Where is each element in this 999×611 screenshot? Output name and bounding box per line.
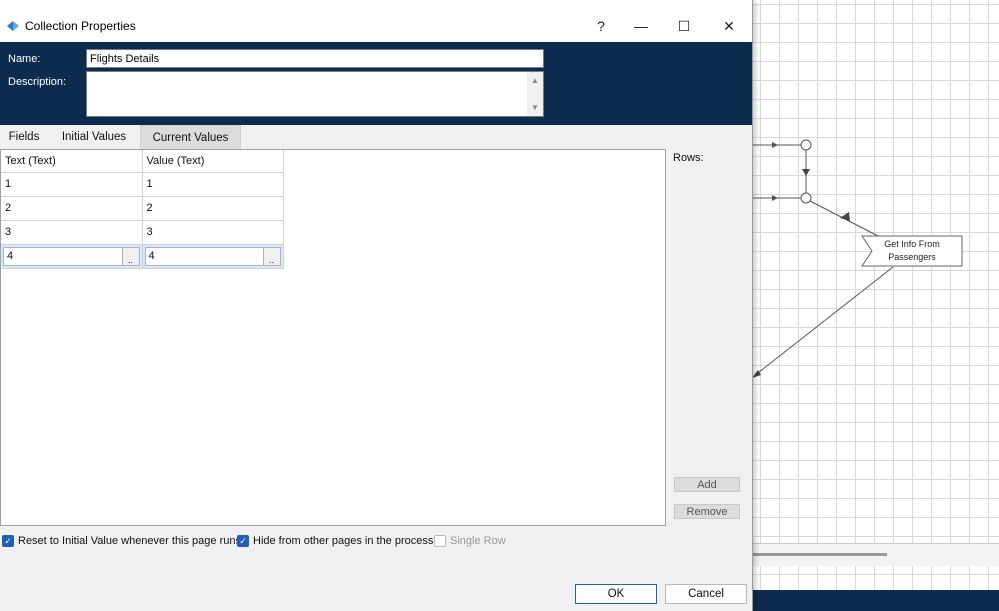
- ellipsis-button[interactable]: ..: [121, 247, 139, 265]
- header-row: Text (Text) Value (Text): [1, 150, 284, 173]
- scroll-up-icon[interactable]: ▲: [531, 76, 539, 85]
- collection-properties-dialog: Collection Properties ? — ☐ ✕ Name: Desc…: [0, 0, 753, 611]
- reset-option[interactable]: ✓ Reset to Initial Value whenever this p…: [2, 535, 241, 547]
- collection-app-icon: [7, 21, 19, 31]
- tab-initial-values[interactable]: Initial Values: [48, 125, 140, 149]
- remove-row-button[interactable]: Remove: [674, 504, 740, 519]
- cell-editor[interactable]: 4 ..: [144, 246, 281, 266]
- cell-text[interactable]: 3: [1, 220, 143, 245]
- canvas-horizontal-scrollbar[interactable]: [752, 543, 999, 566]
- reset-label[interactable]: Reset to Initial Value whenever this pag…: [18, 535, 241, 547]
- cell-value[interactable]: 3: [142, 220, 284, 245]
- table-row[interactable]: 3 3: [1, 220, 284, 245]
- description-input[interactable]: [86, 71, 544, 117]
- canvas-scroll-thumb[interactable]: [752, 553, 887, 556]
- add-row-button[interactable]: Add: [674, 477, 740, 492]
- values-table: Text (Text) Value (Text) 1 1 2 2 3 3 4 .…: [1, 150, 284, 269]
- single-row-option[interactable]: Single Row: [434, 535, 506, 547]
- name-input[interactable]: [86, 49, 544, 68]
- cell-editor[interactable]: 4 ..: [3, 246, 140, 266]
- values-grid: Text (Text) Value (Text) 1 1 2 2 3 3 4 .…: [0, 149, 666, 526]
- single-row-label[interactable]: Single Row: [450, 535, 506, 547]
- tab-current-values[interactable]: Current Values: [140, 125, 241, 149]
- table-row[interactable]: 1 1: [1, 172, 284, 197]
- stage-label[interactable]: Get Info From Passengers: [862, 236, 962, 266]
- cell-text-editing[interactable]: 4 ..: [1, 244, 143, 269]
- window-title: Collection Properties: [25, 19, 136, 33]
- column-header-text[interactable]: Text (Text): [1, 150, 143, 173]
- table-row[interactable]: 2 2: [1, 196, 284, 221]
- reset-checkbox[interactable]: ✓: [2, 535, 14, 547]
- tab-fields[interactable]: Fields: [0, 125, 48, 149]
- name-label: Name:: [8, 53, 41, 65]
- hide-option[interactable]: ✓ Hide from other pages in the process: [237, 535, 433, 547]
- cell-value[interactable]: 1: [142, 172, 284, 197]
- cell-editor-value[interactable]: 4: [4, 250, 122, 262]
- single-row-checkbox[interactable]: [434, 535, 446, 547]
- maximize-button[interactable]: ☐: [663, 10, 705, 42]
- description-scrollbar[interactable]: ▲ ▼: [527, 72, 543, 116]
- hide-checkbox[interactable]: ✓: [237, 535, 249, 547]
- hide-label[interactable]: Hide from other pages in the process: [253, 535, 433, 547]
- ellipsis-button[interactable]: ..: [262, 247, 280, 265]
- cell-value[interactable]: 2: [142, 196, 284, 221]
- cancel-button[interactable]: Cancel: [665, 584, 747, 604]
- cell-text[interactable]: 1: [1, 172, 143, 197]
- help-button[interactable]: ?: [580, 10, 622, 42]
- cell-text[interactable]: 2: [1, 196, 143, 221]
- canvas-status-bar: [752, 590, 999, 611]
- titlebar-top-strip: [0, 0, 752, 10]
- column-header-value[interactable]: Value (Text): [142, 150, 284, 173]
- titlebar: Collection Properties ? — ☐ ✕: [0, 10, 752, 42]
- table-row-selected[interactable]: 4 .. 4 ..: [1, 244, 284, 269]
- description-label: Description:: [8, 76, 67, 88]
- tab-bar: Fields Initial Values Current Values: [0, 125, 752, 149]
- cell-value-editing[interactable]: 4 ..: [142, 244, 284, 269]
- ok-button[interactable]: OK: [575, 584, 657, 604]
- scroll-down-icon[interactable]: ▼: [531, 103, 539, 112]
- cell-editor-value[interactable]: 4: [146, 250, 263, 262]
- rows-label: Rows:: [673, 152, 704, 164]
- close-button[interactable]: ✕: [708, 10, 750, 42]
- minimize-button[interactable]: —: [620, 10, 662, 42]
